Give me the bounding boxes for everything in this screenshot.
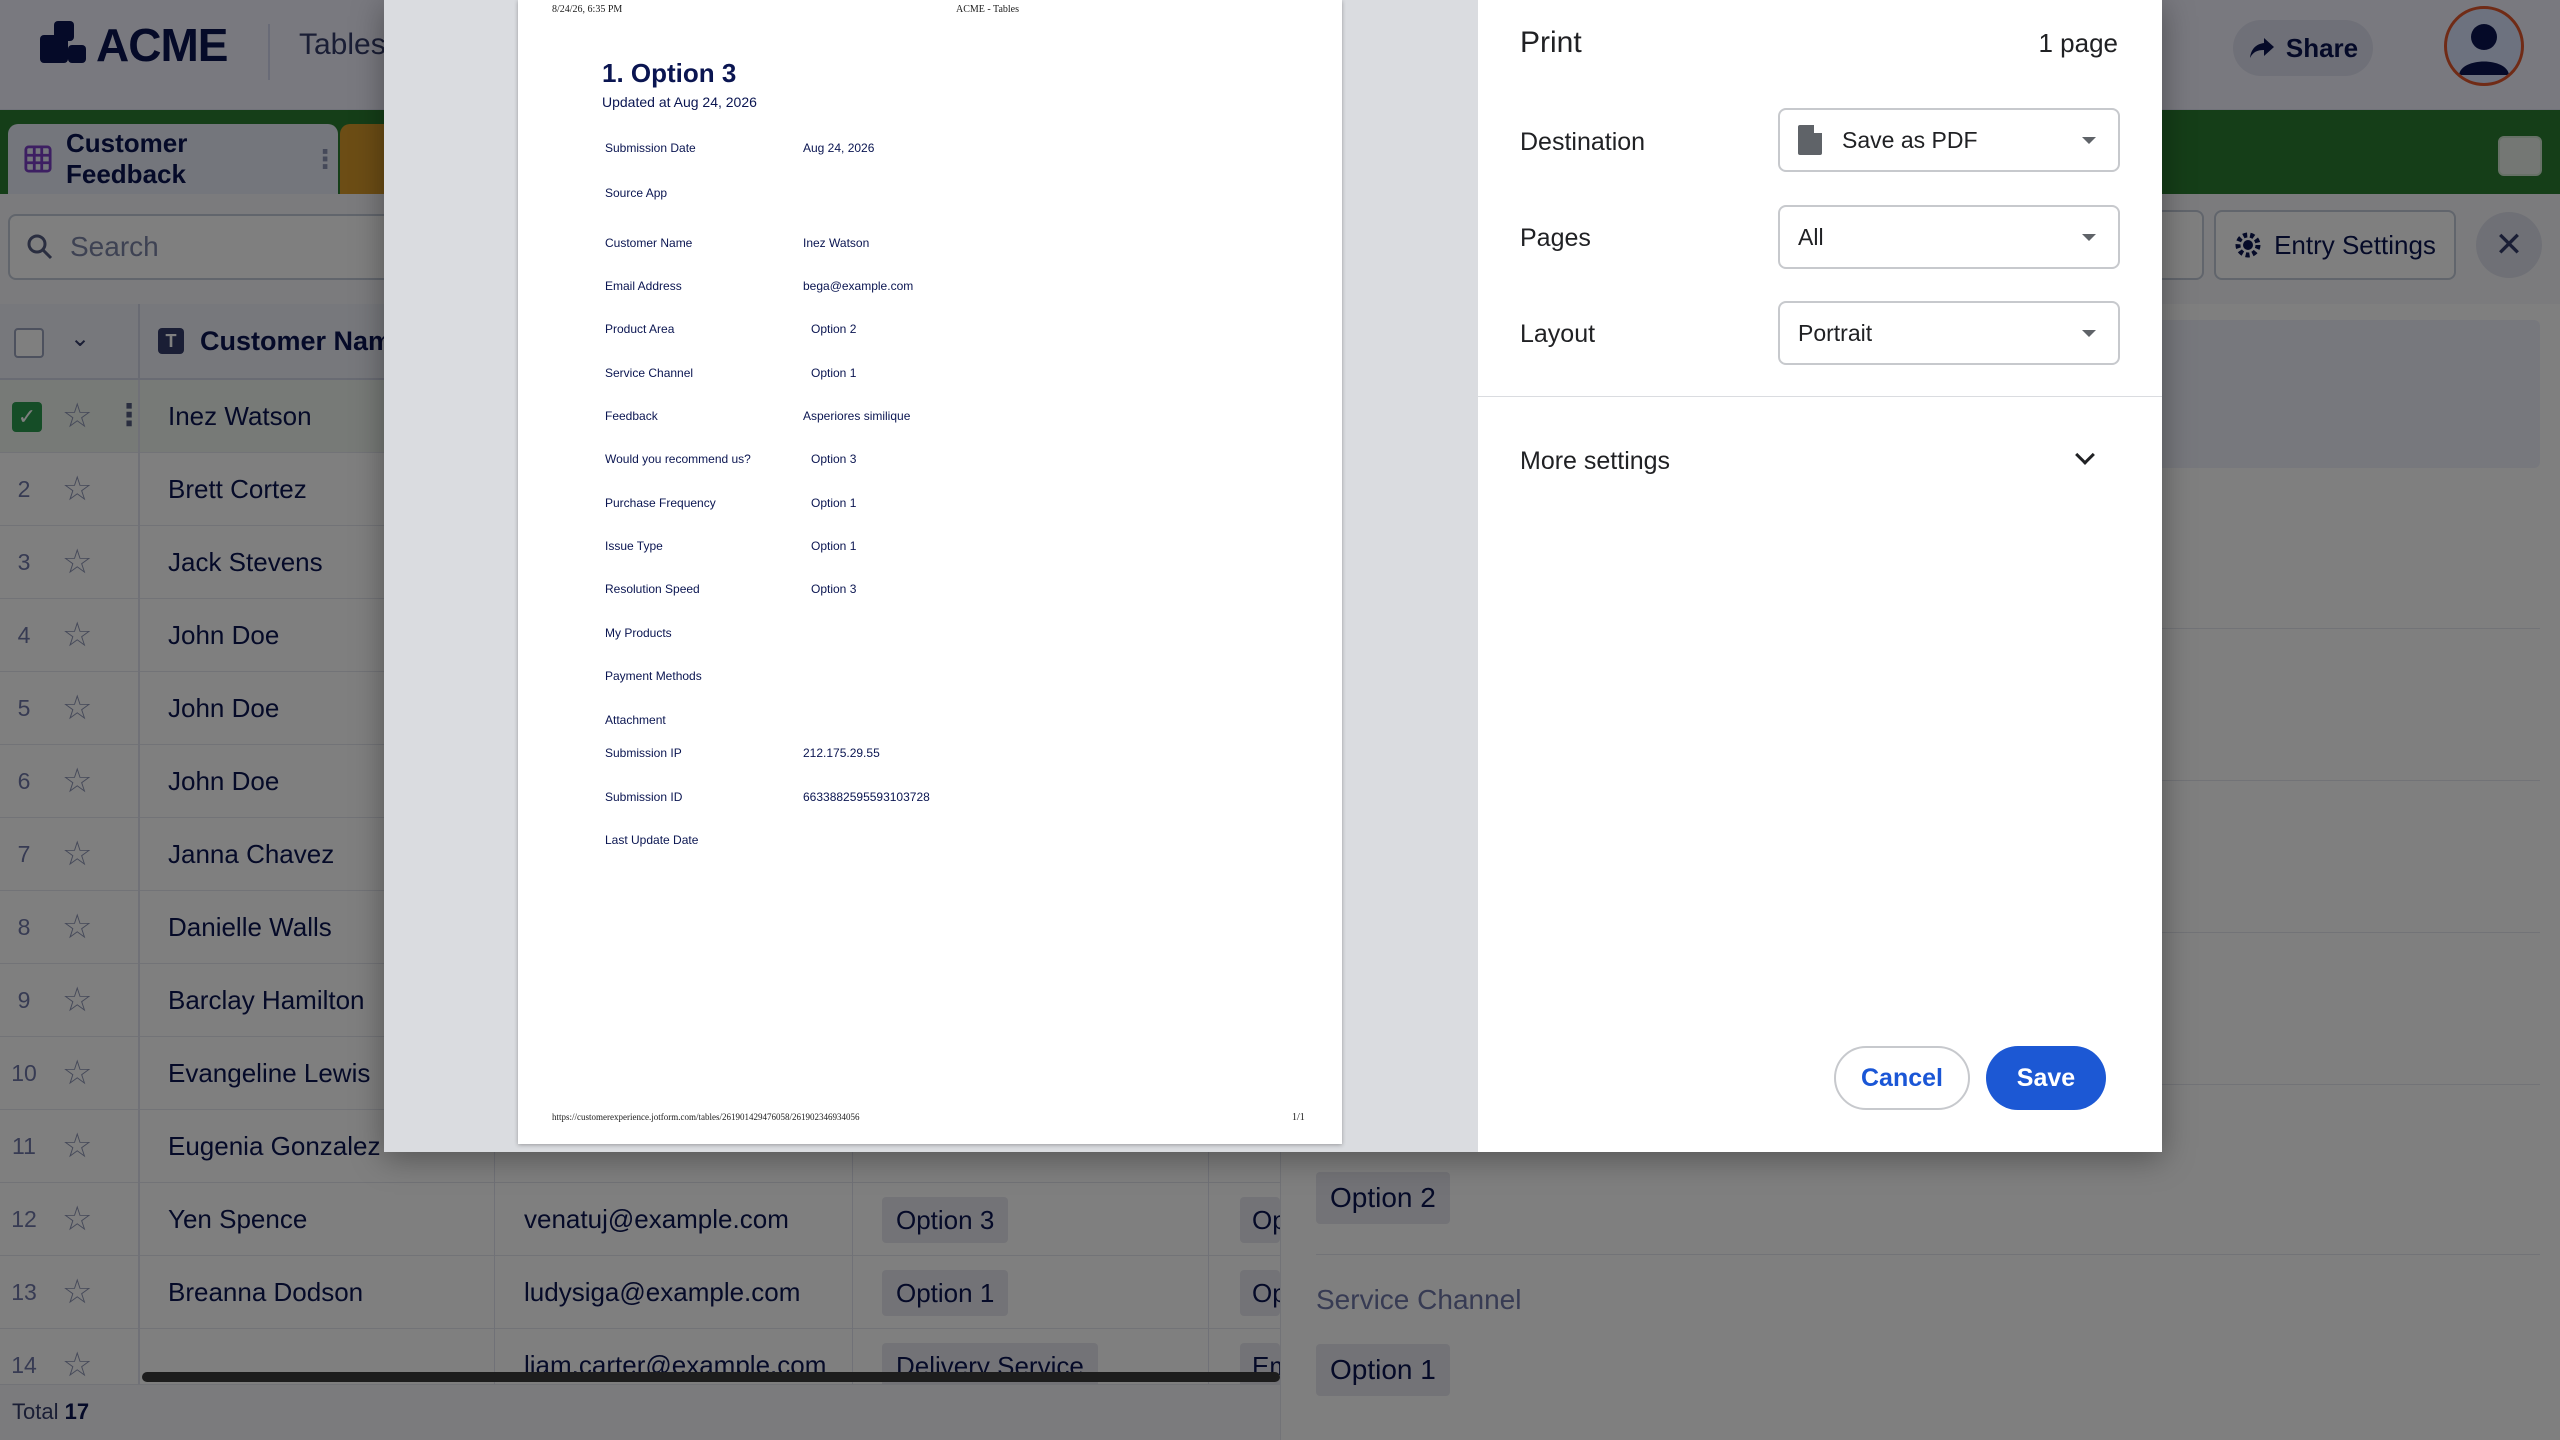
preview-field-label: Customer Name	[605, 236, 693, 250]
print-title: Print	[1520, 26, 1582, 59]
preview-field-value: Option 2	[811, 322, 857, 336]
destination-value: Save as PDF	[1842, 126, 1978, 153]
settings-divider	[1478, 396, 2162, 397]
preview-field-label: Submission ID	[605, 790, 683, 804]
layout-select[interactable]: Portrait	[1778, 301, 2120, 365]
preview-field-label: Submission IP	[605, 746, 682, 760]
preview-field-value: Option 1	[811, 366, 857, 380]
preview-updated-at: Updated at Aug 24, 2026	[602, 94, 757, 110]
preview-field-label: Source App	[605, 186, 668, 200]
preview-field-value: Option 3	[811, 582, 857, 596]
pages-select[interactable]: All	[1778, 205, 2120, 269]
cancel-button[interactable]: Cancel	[1834, 1046, 1970, 1110]
print-preview-area: 8/24/26, 6:35 PM ACME - Tables 1. Option…	[384, 0, 1478, 1152]
print-page-count: 1 page	[2038, 28, 2118, 58]
preview-field-value: 212.175.29.55	[803, 746, 880, 760]
preview-footer-page: 1/1	[1292, 1112, 1305, 1123]
layout-value: Portrait	[1798, 319, 1873, 346]
destination-select[interactable]: Save as PDF	[1778, 108, 2120, 172]
preview-field-value: bega@example.com	[803, 279, 914, 293]
preview-footer-url: https://customerexperience.jotform.com/t…	[552, 1112, 860, 1122]
preview-field-label: Feedback	[605, 409, 658, 423]
print-preview-page: 8/24/26, 6:35 PM ACME - Tables 1. Option…	[518, 0, 1342, 1144]
preview-field-label: Issue Type	[605, 539, 663, 553]
preview-field-label: Payment Methods	[605, 669, 702, 683]
preview-field-value: Option 3	[811, 452, 857, 466]
dropdown-arrow-icon	[2082, 330, 2096, 337]
preview-field-label: Last Update Date	[605, 833, 699, 847]
more-settings-toggle[interactable]: More settings	[1520, 447, 1670, 476]
preview-field-label: Resolution Speed	[605, 582, 700, 596]
pages-label: Pages	[1520, 224, 1591, 252]
print-dialog: 8/24/26, 6:35 PM ACME - Tables 1. Option…	[384, 0, 2162, 1152]
preview-field-label: Submission Date	[605, 141, 696, 155]
pages-value: All	[1798, 223, 1824, 250]
destination-label: Destination	[1520, 128, 1646, 156]
preview-field-label: Attachment	[605, 713, 666, 727]
print-settings-panel: Print 1 page Destination Save as PDF Pag…	[1478, 0, 2162, 1152]
preview-field-label: Email Address	[605, 279, 682, 293]
preview-field-value: Option 1	[811, 539, 857, 553]
preview-field-value: Aug 24, 2026	[803, 141, 875, 155]
preview-field-value: Option 1	[811, 496, 857, 510]
preview-entry-title: 1. Option 3	[602, 58, 737, 88]
preview-field-value: Asperiores similique	[803, 409, 911, 423]
preview-field-value: Inez Watson	[803, 236, 870, 250]
preview-field-value: 6633882595593103728	[803, 790, 930, 804]
preview-header-title: ACME - Tables	[956, 4, 1019, 15]
preview-field-label: Would you recommend us?	[605, 452, 751, 466]
preview-field-label: Service Channel	[605, 366, 694, 380]
document-icon	[1798, 125, 1822, 155]
preview-header-date: 8/24/26, 6:35 PM	[552, 4, 623, 15]
save-button[interactable]: Save	[1986, 1046, 2106, 1110]
preview-field-label: Purchase Frequency	[605, 496, 716, 510]
preview-field-label: Product Area	[605, 322, 675, 336]
dropdown-arrow-icon	[2082, 234, 2096, 241]
chevron-down-icon[interactable]	[2075, 445, 2095, 465]
dropdown-arrow-icon	[2082, 137, 2096, 144]
preview-field-label: My Products	[605, 626, 672, 640]
layout-label: Layout	[1520, 320, 1596, 348]
